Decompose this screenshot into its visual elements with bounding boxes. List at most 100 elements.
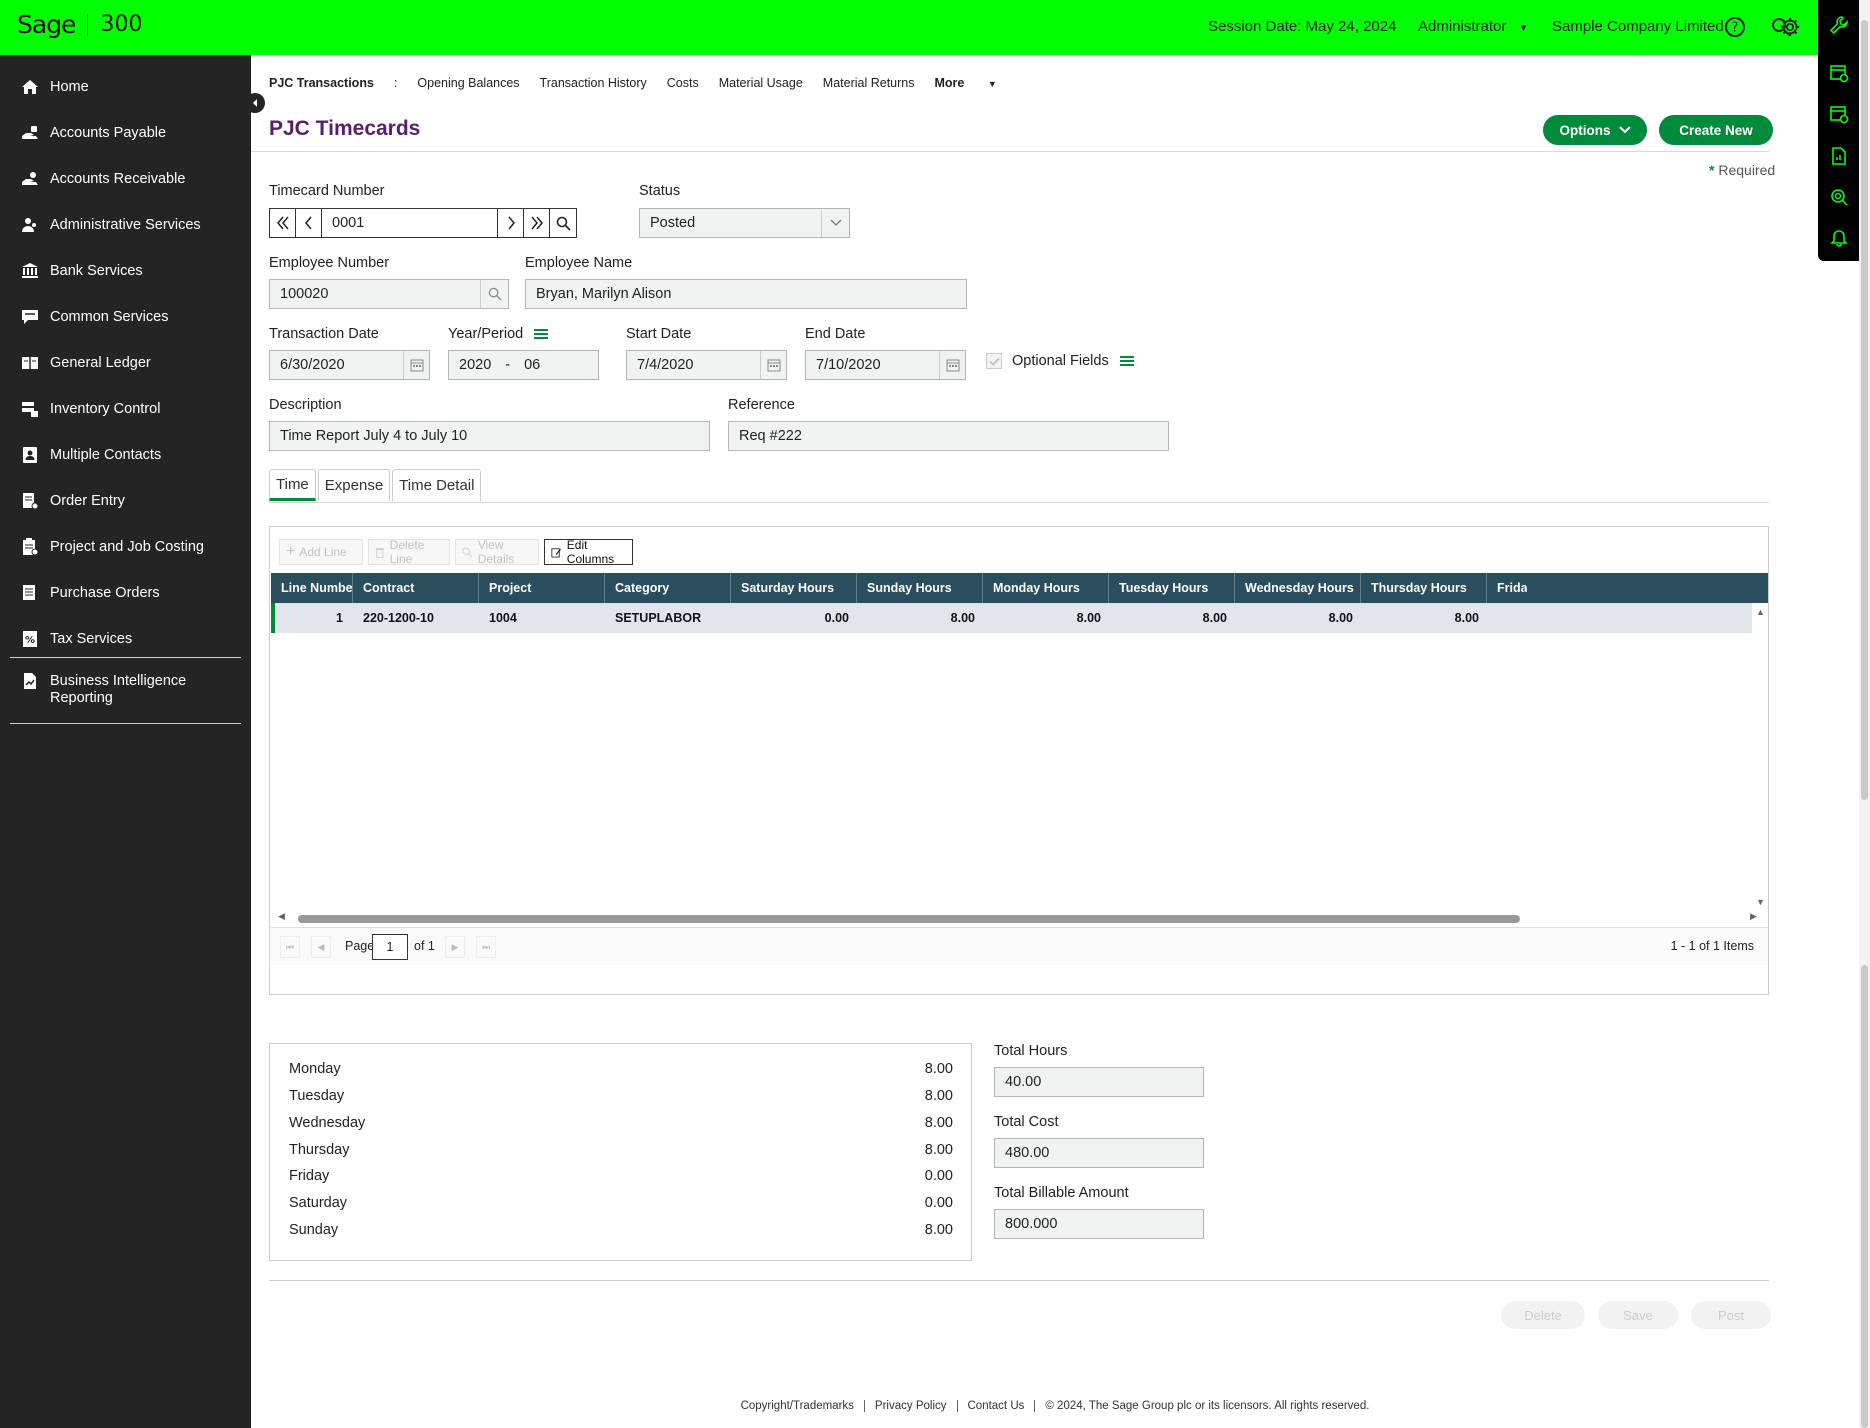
gear-icon[interactable] [1777,14,1803,40]
first-page-icon[interactable]: ⏮ [280,936,300,958]
column-header-tuesday-hours[interactable]: Tuesday Hours [1109,573,1235,603]
subnav-more[interactable]: More ▼ [935,76,1017,90]
column-header-line-number[interactable]: Line Number [271,573,353,603]
column-header-monday-hours[interactable]: Monday Hours [983,573,1109,603]
description-input[interactable]: Time Report July 4 to July 10 [269,421,710,451]
cell-project[interactable]: 1004 [479,603,605,633]
calendar-icon[interactable] [403,351,429,379]
scroll-left-icon[interactable]: ◀ [278,911,285,922]
save-button[interactable]: Save [1598,1301,1678,1329]
column-header-project[interactable]: Project [479,573,605,603]
horizontal-scrollbar[interactable] [298,915,1520,923]
last-page-icon[interactable]: ⏭ [476,936,496,958]
table-row[interactable]: 1 220-1200-10 1004 SETUPLABOR 0.00 8.00 … [271,603,1752,633]
hamburger-icon[interactable] [1119,354,1135,373]
subnav-material-usage[interactable]: Material Usage [719,76,803,90]
sidebar-item-administrative-services[interactable]: Administrative Services [0,205,251,245]
cell-sunday-hours[interactable]: 8.00 [857,603,983,633]
sidebar-item-inventory-control[interactable]: Inventory Control [0,389,251,429]
sidebar-item-purchase-orders[interactable]: Purchase Orders [0,573,251,613]
optional-fields-checkbox[interactable] [986,353,1002,369]
add-line-button[interactable]: + Add Line [279,539,363,565]
finder-button[interactable] [549,208,577,238]
reference-input[interactable]: Req #222 [728,421,1169,451]
cell-monday-hours[interactable]: 8.00 [983,603,1109,633]
employee-number-input[interactable]: 100020 [269,279,509,309]
scroll-right-icon[interactable]: ▶ [1750,911,1757,922]
sage-logo[interactable]: Sage 300 [17,10,142,39]
next-page-icon[interactable]: ▶ [445,936,465,958]
page-scrollbar[interactable] [1859,0,1870,1428]
contact-link[interactable]: Contact Us [958,1400,1036,1412]
column-header-sunday-hours[interactable]: Sunday Hours [857,573,983,603]
view-details-button[interactable]: View Details [455,538,539,566]
post-button[interactable]: Post [1691,1301,1771,1329]
help-icon[interactable]: ? [1722,14,1748,40]
previous-record-button[interactable] [295,208,322,238]
cell-wednesday-hours[interactable]: 8.00 [1235,603,1361,633]
sidebar-item-multiple-contacts[interactable]: Multiple Contacts [0,435,251,475]
create-new-button[interactable]: Create New [1659,115,1773,145]
scroll-up-icon[interactable]: ▲ [1756,607,1765,617]
end-date-input[interactable]: 7/10/2020 [805,350,966,380]
cell-tuesday-hours[interactable]: 8.00 [1109,603,1235,633]
delete-button[interactable]: Delete [1501,1301,1585,1329]
scroll-down-icon[interactable]: ▼ [1756,897,1765,907]
cell-thursday-hours[interactable]: 8.00 [1361,603,1487,633]
cell-saturday-hours[interactable]: 0.00 [731,603,857,633]
last-record-button[interactable] [523,208,550,238]
hamburger-icon[interactable] [533,327,549,346]
subnav-pjc-transactions[interactable]: PJC Transactions [269,76,374,90]
sidebar-item-home[interactable]: Home [0,67,251,107]
scrollbar-thumb[interactable] [1861,20,1868,800]
column-header-contract[interactable]: Contract [353,573,479,603]
options-button[interactable]: Options [1543,115,1647,145]
search-icon[interactable] [480,280,508,308]
tab-expense[interactable]: Expense [317,469,391,501]
timecard-number-input[interactable]: 0001 [321,208,498,238]
user-menu[interactable]: Administrator ▼ [1418,18,1528,35]
column-header-friday-hours[interactable]: Frida [1487,573,1527,603]
column-header-wednesday-hours[interactable]: Wednesday Hours [1235,573,1361,603]
prev-page-icon[interactable]: ◀ [311,936,331,958]
edit-columns-button[interactable]: Edit Columns [544,538,633,566]
sidebar-item-bank-services[interactable]: Bank Services [0,251,251,291]
status-select[interactable]: Posted [639,208,850,238]
sidebar-divider [10,723,241,724]
delete-line-button[interactable]: Delete Line [368,538,450,566]
year-period-input[interactable]: 2020 - 06 [448,350,599,380]
wrench-icon[interactable] [1828,14,1850,36]
transaction-date-input[interactable]: 6/30/2020 [269,350,430,380]
sidebar-item-business-intelligence-reporting[interactable]: Business Intelligence Reporting [0,665,251,715]
column-header-thursday-hours[interactable]: Thursday Hours [1361,573,1487,603]
subnav-opening-balances[interactable]: Opening Balances [417,76,519,90]
start-date-input[interactable]: 7/4/2020 [626,350,787,380]
sidebar-item-accounts-receivable[interactable]: Accounts Receivable [0,159,251,199]
first-record-button[interactable] [269,208,296,238]
sidebar-item-project-and-job-costing[interactable]: Project and Job Costing [0,527,251,567]
tab-time-detail[interactable]: Time Detail [392,469,482,501]
scrollbar-thumb-lower[interactable] [1861,965,1868,1428]
column-header-saturday-hours[interactable]: Saturday Hours [731,573,857,603]
subnav-costs[interactable]: Costs [667,76,699,90]
privacy-link[interactable]: Privacy Policy [865,1400,958,1412]
next-record-button[interactable] [497,208,524,238]
sidebar-item-accounts-payable[interactable]: Accounts Payable [0,113,251,153]
calendar-icon[interactable] [939,351,965,379]
calendar-icon[interactable] [760,351,786,379]
sidebar-item-general-ledger[interactable]: General Ledger [0,343,251,383]
copyright-link[interactable]: Copyright/Trademarks [731,1400,865,1412]
subnav-material-returns[interactable]: Material Returns [823,76,915,90]
double-chevron-left-icon [276,216,289,230]
sidebar-item-tax-services[interactable]: % Tax Services [0,619,251,659]
sidebar-item-order-entry[interactable]: Order Entry [0,481,251,521]
sidebar-item-common-services[interactable]: Common Services [0,297,251,337]
cell-category[interactable]: SETUPLABOR [605,603,731,633]
tab-time[interactable]: Time [269,469,316,501]
subnav-transaction-history[interactable]: Transaction History [540,76,647,90]
company-name[interactable]: Sample Company Limited [1552,18,1724,35]
cell-line-number[interactable]: 1 [275,603,353,633]
page-number-input[interactable]: 1 [372,934,408,960]
column-header-category[interactable]: Category [605,573,731,603]
cell-contract[interactable]: 220-1200-10 [353,603,479,633]
